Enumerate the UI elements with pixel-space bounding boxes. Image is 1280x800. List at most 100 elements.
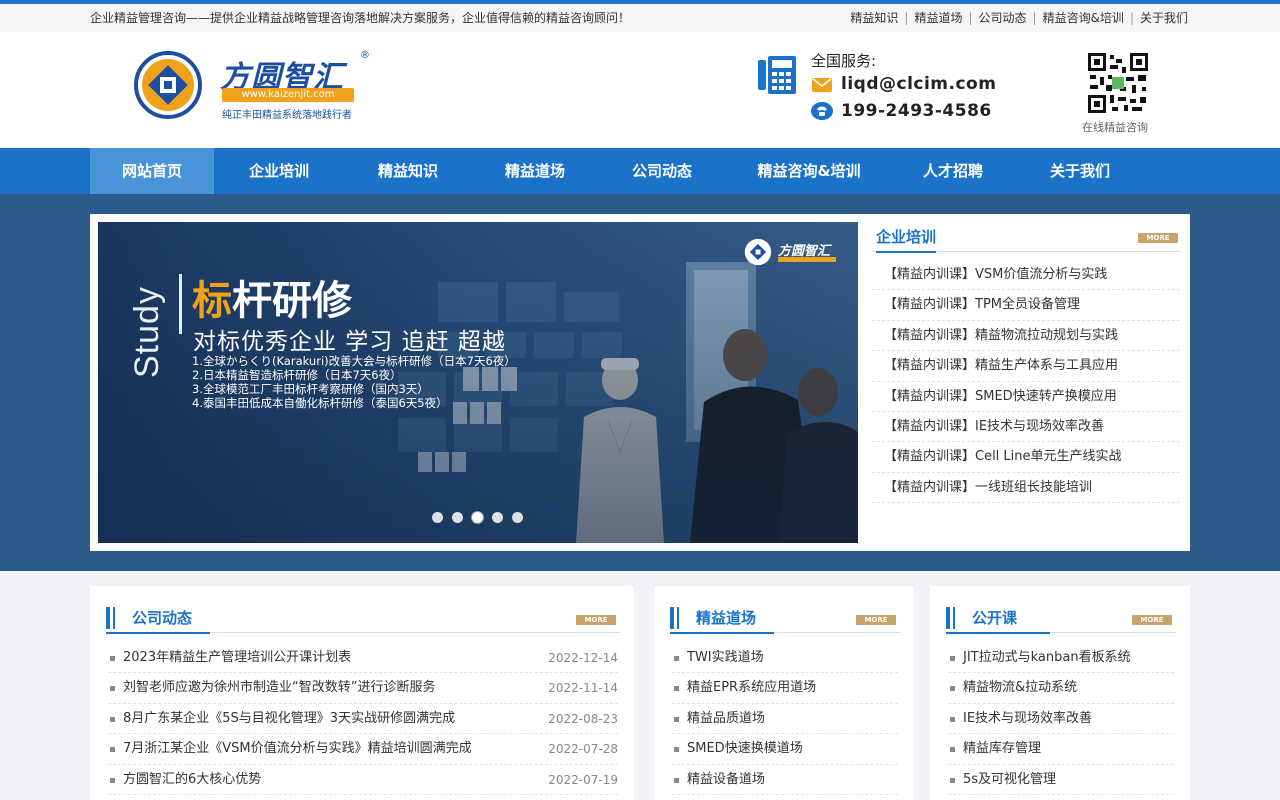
news-item[interactable]: 8月广东某企业《5S与目视化管理》3天实战研修圆满完成 2022-08-23: [108, 704, 618, 735]
dojo-more-button[interactable]: MORE: [856, 615, 896, 625]
dojo-item[interactable]: TWI实践道场: [672, 643, 898, 674]
news-item-date: 2022-07-28: [548, 742, 618, 757]
dojo-item[interactable]: SMED快速换模道场: [672, 734, 898, 765]
news-item-date: 2022-12-14: [548, 651, 618, 665]
email-icon: [812, 78, 832, 92]
open-course-header: 公开课 MORE: [946, 606, 1176, 634]
title-underline: [670, 632, 774, 634]
service-email[interactable]: liqd@clcim.com: [841, 74, 996, 94]
banner-title: 标杆研修: [192, 268, 352, 326]
slider-dot-active[interactable]: [472, 512, 483, 523]
open-course-item[interactable]: JIT拉动式与kanban看板系统: [948, 643, 1174, 674]
open-course-item[interactable]: IE技术与现场效率改善: [948, 704, 1174, 735]
banner-title-rest: 杆研修: [232, 278, 352, 324]
phone-icon: [758, 56, 796, 94]
top-link-knowledge[interactable]: 精益知识: [850, 11, 898, 25]
nav-item-dojo[interactable]: 精益道场: [472, 148, 598, 194]
nav-item-consulting[interactable]: 精益咨询&培训: [726, 148, 892, 194]
title-underline: [946, 632, 1050, 634]
banner-line: 1.全球からくり(Karakuri)改善大会与标杆研修（日本7天6夜）: [192, 354, 516, 368]
nav-item-news[interactable]: 公司动态: [598, 148, 726, 194]
news-item-date: 2022-07-19: [548, 772, 618, 787]
section-bar-icon: [106, 607, 116, 629]
dojo-item[interactable]: 精益设备道场: [672, 765, 898, 795]
main-nav: 网站首页 企业培训 精益知识 精益道场 公司动态 精益咨询&培训 人才招聘 关于…: [0, 148, 1280, 194]
open-course-panel: 公开课 MORE JIT拉动式与kanban看板系统 精益物流&拉动系统 IE技…: [930, 586, 1190, 800]
feature-section: Study 标杆研修 对标优秀企业 学习 追赶 超越 1.全球からくり(Kara…: [0, 194, 1280, 571]
news-item-date: 2022-11-14: [548, 681, 618, 696]
news-item[interactable]: 7月浙江某企业《VSM价值流分析与实践》精益培训圆满完成 2022-07-28: [108, 734, 618, 765]
logo-emblem-icon[interactable]: [134, 51, 202, 119]
slider-dot[interactable]: [492, 512, 503, 523]
top-link-about[interactable]: 关于我们: [1140, 11, 1188, 25]
banner-title-first: 标: [192, 278, 232, 324]
nav-item-home[interactable]: 网站首页: [90, 148, 214, 194]
open-course-title: 公开课: [972, 609, 1018, 627]
nav-item-training[interactable]: 企业培训: [214, 148, 344, 194]
logo-url: www.kaizenjit.com: [222, 88, 354, 102]
divider: |: [968, 11, 973, 25]
training-item[interactable]: 【精益内训课】VSM价值流分析与实践: [872, 260, 1180, 291]
news-item-title: 刘智老师应邀为徐州市制造业“智改数转”进行诊断服务: [123, 680, 436, 696]
badge-url-bar: [778, 257, 836, 262]
banner-slider[interactable]: Study 标杆研修 对标优秀企业 学习 追赶 超越 1.全球からくり(Kara…: [98, 222, 858, 543]
training-item[interactable]: 【精益内训课】TPM全员设备管理: [872, 290, 1180, 321]
top-link-news[interactable]: 公司动态: [979, 11, 1027, 25]
news-item[interactable]: 刘智老师应邀为徐州市制造业“智改数转”进行诊断服务 2022-11-14: [108, 673, 618, 704]
banner-line: 3.全球模范工厂丰田标杆考察研修（国内3天）: [192, 382, 429, 396]
open-course-more-button[interactable]: MORE: [1132, 615, 1172, 625]
news-item[interactable]: 方圆智汇的6大核心优势 2022-07-19: [108, 765, 618, 795]
top-link-dojo[interactable]: 精益道场: [914, 11, 962, 25]
news-more-button[interactable]: MORE: [576, 615, 616, 625]
news-item-title: 2023年精益生产管理培训公开课计划表: [123, 650, 352, 665]
banner-line: 2.日本精益智造标杆研修（日本7天6夜）: [192, 368, 402, 382]
slider-dot[interactable]: [512, 512, 523, 523]
service-phone[interactable]: 199-2493-4586: [841, 101, 992, 121]
training-item[interactable]: 【精益内训课】Cell Line单元生产线实战: [872, 442, 1180, 473]
open-course-item[interactable]: 精益库存管理: [948, 734, 1174, 765]
site-header: 方圆智汇 ® www.kaizenjit.com 纯正丰田精益系统落地践行者 全…: [0, 32, 1280, 148]
banner-divider: [179, 274, 182, 334]
news-header: 公司动态 MORE: [106, 606, 620, 634]
divider: |: [1032, 11, 1037, 25]
dojo-item[interactable]: 精益品质道场: [672, 704, 898, 735]
training-more-button[interactable]: MORE: [1138, 233, 1178, 243]
training-title: 企业培训: [876, 226, 937, 253]
open-course-item[interactable]: 精益物流&拉动系统: [948, 673, 1174, 704]
divider: |: [904, 11, 909, 25]
dojo-header: 精益道场 MORE: [670, 606, 900, 634]
training-item[interactable]: 【精益内训课】精益生产体系与工具应用: [872, 351, 1180, 382]
news-item-title: 方圆智汇的6大核心优势: [123, 771, 262, 787]
banner-side-word: Study: [128, 286, 166, 378]
banner-subtitle: 对标优秀企业 学习 追赶 超越: [193, 329, 506, 355]
service-label: 全国服务:: [811, 52, 877, 70]
section-bar-icon: [946, 607, 956, 629]
slider-dot[interactable]: [452, 512, 463, 523]
top-links: 精益知识 | 精益道场 | 公司动态 | 精益咨询&培训 | 关于我们: [850, 9, 1188, 26]
logo-tagline: 纯正丰田精益系统落地践行者: [222, 110, 352, 121]
banner-line: 4.泰国丰田低成本自働化标杆研修（泰国6天5夜）: [192, 396, 448, 410]
telephone-icon: [811, 102, 833, 120]
news-item[interactable]: 2023年精益生产管理培训公开课计划表 2022-12-14: [108, 643, 618, 674]
training-item[interactable]: 【精益内训课】一线班组长技能培训: [872, 473, 1180, 504]
dojo-item[interactable]: 精益EPR系统应用道场: [672, 673, 898, 704]
training-item[interactable]: 【精益内训课】IE技术与现场效率改善: [872, 412, 1180, 443]
nav-item-knowledge[interactable]: 精益知识: [344, 148, 472, 194]
banner-badge: 方圆智汇: [744, 236, 844, 270]
slider-dot[interactable]: [432, 512, 443, 523]
nav-item-careers[interactable]: 人才招聘: [892, 148, 1014, 194]
training-header: 企业培训 MORE: [872, 222, 1180, 253]
news-item-title: 8月广东某企业《5S与目视化管理》3天实战研修圆满完成: [123, 710, 456, 726]
feature-card: Study 标杆研修 对标优秀企业 学习 追赶 超越 1.全球からくり(Kara…: [90, 214, 1190, 551]
news-item-date: 2022-08-23: [548, 711, 618, 726]
section-bar-icon: [670, 607, 680, 629]
nav-item-about[interactable]: 关于我们: [1014, 148, 1146, 194]
training-item[interactable]: 【精益内训课】SMED快速转产换模应用: [872, 382, 1180, 412]
open-course-item[interactable]: 5s及可视化管理: [948, 765, 1174, 795]
dojo-title: 精益道场: [696, 609, 757, 627]
news-panel: 公司动态 MORE 2023年精益生产管理培训公开课计划表 2022-12-14 …: [90, 586, 634, 800]
slider-dots: [432, 512, 523, 523]
title-underline: [106, 632, 210, 634]
top-link-consulting[interactable]: 精益咨询&培训: [1043, 11, 1124, 25]
training-item[interactable]: 【精益内训课】精益物流拉动规划与实践: [872, 321, 1180, 352]
